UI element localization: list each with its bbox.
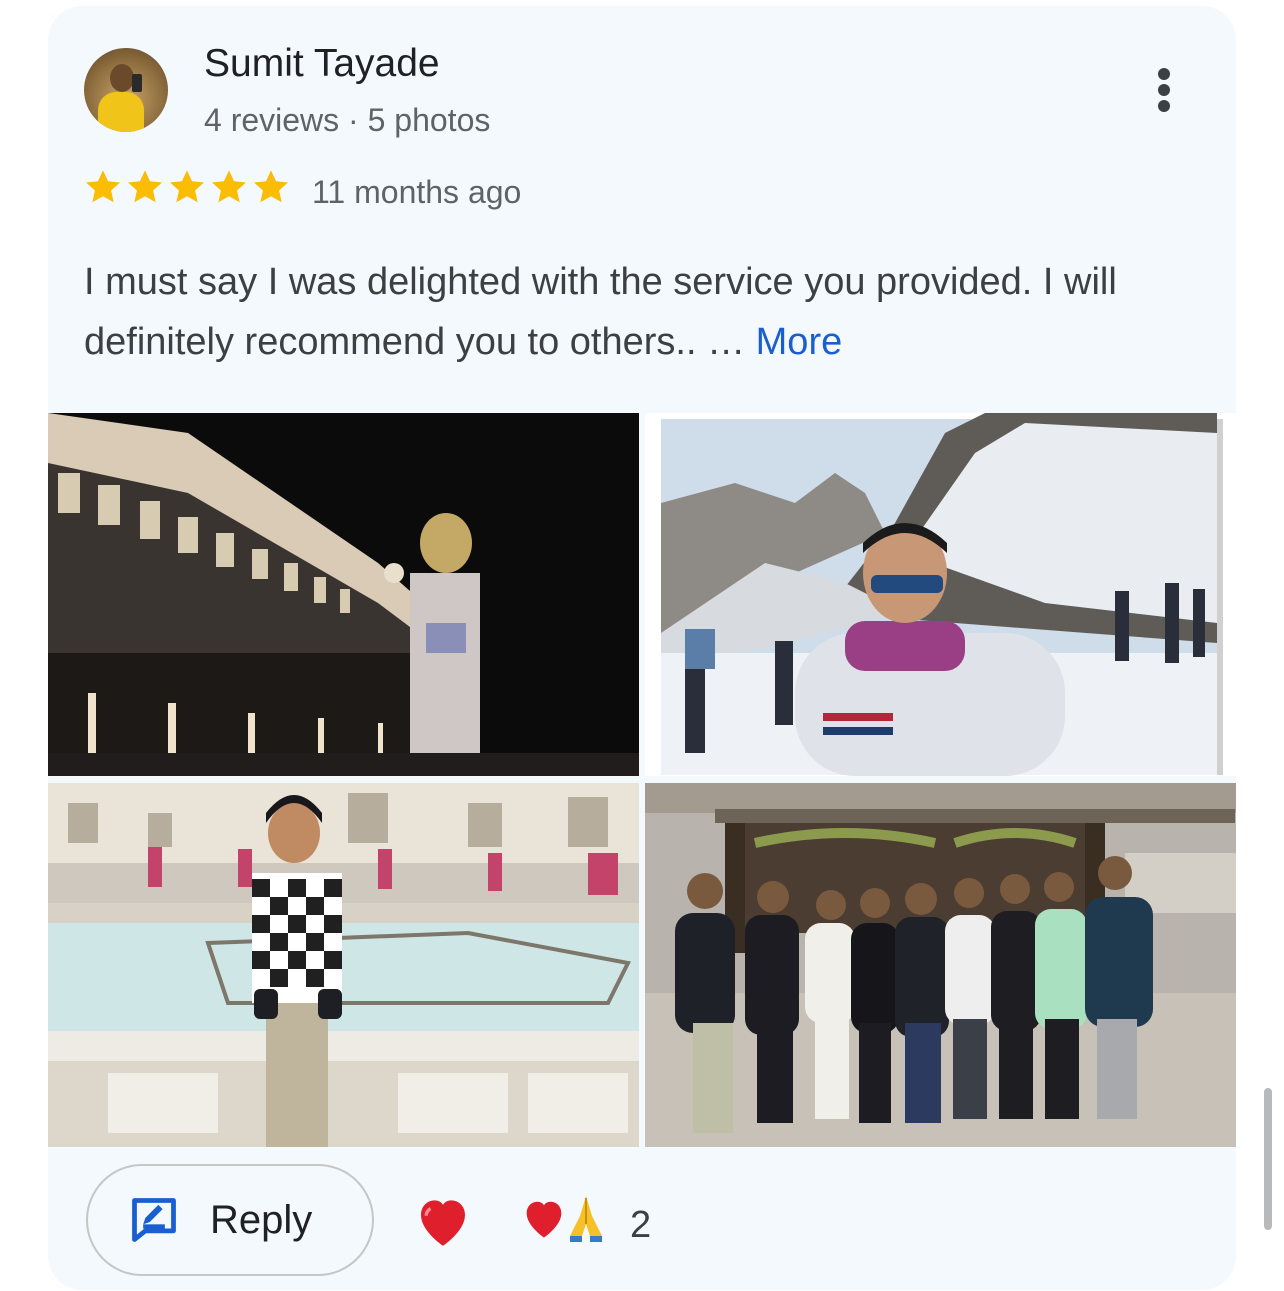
- reviewer-meta: 4 reviews · 5 photos: [204, 102, 491, 138]
- photo-man-snow-mountains[interactable]: [645, 413, 1236, 776]
- star-rating: [82, 166, 292, 208]
- star-icon: [254, 170, 288, 203]
- star-icon: [170, 170, 204, 203]
- reaction-count: 2: [630, 1204, 652, 1246]
- red-heart-icon[interactable]: [410, 1188, 476, 1254]
- reactions-summary[interactable]: [518, 1192, 610, 1244]
- reply-edit-icon: [132, 1198, 176, 1242]
- photo-man-fountain-courtyard[interactable]: [48, 783, 639, 1147]
- more-link[interactable]: More: [756, 321, 843, 363]
- reply-button[interactable]: Reply: [86, 1164, 374, 1276]
- more-options-icon[interactable]: [1148, 62, 1180, 118]
- reviewer-name[interactable]: Sumit Tayade: [204, 42, 440, 86]
- star-icon: [212, 170, 246, 203]
- photo-grid: [48, 413, 1236, 1147]
- scrollbar[interactable]: [1264, 1088, 1272, 1230]
- review-body: I must say I was delighted with the serv…: [84, 261, 1117, 363]
- photo-illuminated-gurudwara-night[interactable]: [48, 413, 639, 776]
- review-text: I must say I was delighted with the serv…: [84, 252, 1194, 372]
- star-icon: [128, 170, 162, 203]
- folded-hands-icon: [570, 1196, 602, 1242]
- photo-group-temple[interactable]: [645, 783, 1236, 1147]
- reviewer-avatar[interactable]: [84, 48, 168, 132]
- star-icon: [86, 170, 120, 203]
- reply-label: Reply: [210, 1197, 313, 1242]
- review-card: Sumit Tayade 4 reviews · 5 photos 11 mon…: [48, 6, 1236, 1290]
- review-time: 11 months ago: [312, 174, 522, 210]
